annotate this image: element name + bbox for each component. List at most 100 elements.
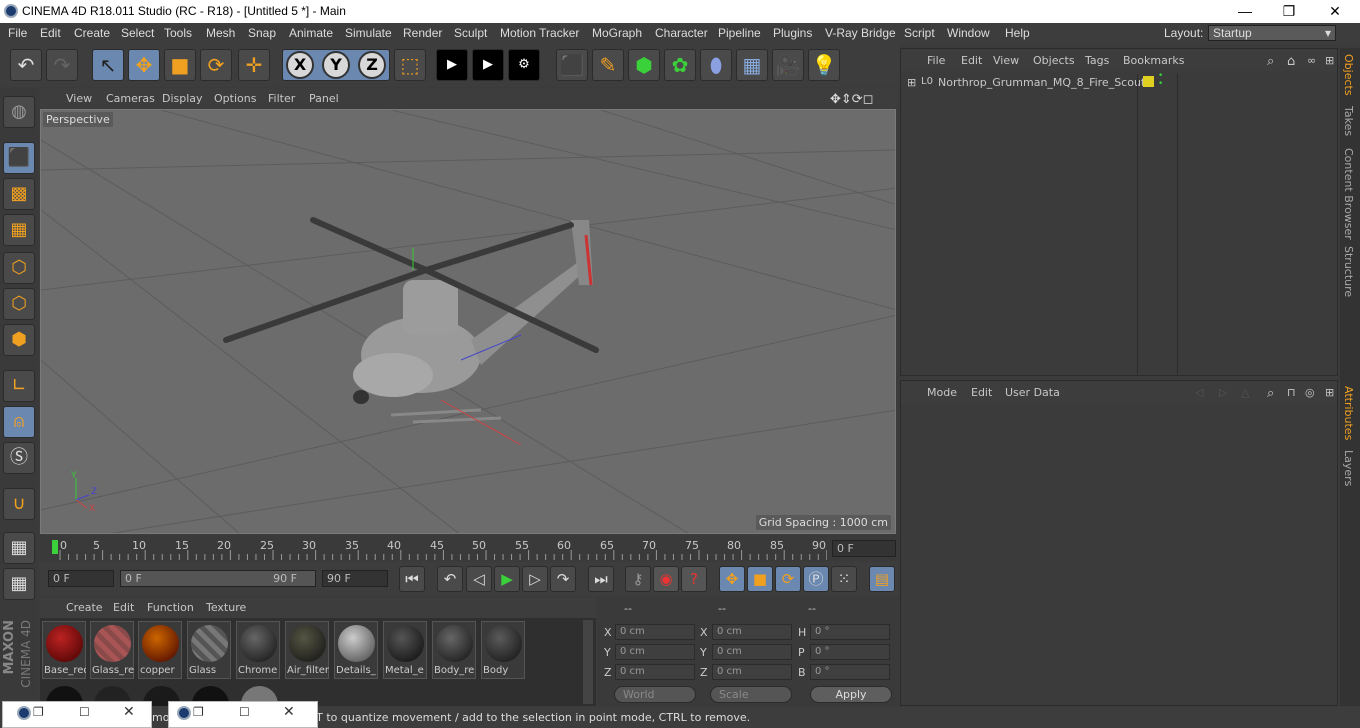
- record-keys-button[interactable]: ⚷: [625, 566, 651, 592]
- start-frame-field[interactable]: 0 F: [48, 570, 114, 587]
- size-z-field[interactable]: 0 cm: [712, 664, 792, 680]
- deformer-button[interactable]: ⬮: [700, 49, 732, 81]
- live-selection-button[interactable]: ↖: [92, 49, 124, 81]
- menu-help[interactable]: Help: [1005, 26, 1030, 40]
- next-frame-button[interactable]: ▷: [522, 566, 548, 592]
- minimized-window-2[interactable]: ❐ ☐ ✕: [168, 701, 318, 728]
- tab-takes[interactable]: Takes: [1342, 106, 1355, 136]
- close-button[interactable]: ✕: [1312, 0, 1358, 23]
- menu-select[interactable]: Select: [121, 26, 154, 40]
- menu-mograph[interactable]: MoGraph: [592, 26, 642, 40]
- restore-button[interactable]: ❐: [1266, 0, 1312, 23]
- move-tool-button[interactable]: ✥: [128, 49, 160, 81]
- workplane-mode-button[interactable]: ▦: [3, 214, 35, 246]
- next-key-button[interactable]: ↷: [550, 566, 576, 592]
- maximize-icon[interactable]: ☐: [239, 705, 250, 719]
- material-swatch[interactable]: Glass_red: [90, 621, 134, 679]
- make-editable-button[interactable]: ◍: [3, 96, 35, 128]
- tab-layers[interactable]: Layers: [1342, 450, 1355, 486]
- snap-button[interactable]: Ⓢ: [3, 442, 35, 474]
- viewport-menu-view[interactable]: View: [66, 92, 92, 105]
- visibility-dots-icon[interactable]: • •: [1158, 72, 1163, 89]
- close-icon[interactable]: ✕: [283, 704, 295, 720]
- maximize-icon[interactable]: ☐: [79, 705, 90, 719]
- search-icon[interactable]: ⌕: [1267, 386, 1274, 401]
- menu-window[interactable]: Window: [947, 26, 990, 40]
- search-icon[interactable]: ⌕: [1267, 54, 1274, 69]
- key-pla-button[interactable]: ⁙: [831, 566, 857, 592]
- prev-key-button[interactable]: ↶: [437, 566, 463, 592]
- menu-vray-bridge[interactable]: V-Ray Bridge: [825, 26, 896, 40]
- goto-start-button[interactable]: ⏮: [399, 566, 425, 592]
- edges-mode-button[interactable]: ⬡: [3, 288, 35, 320]
- material-swatch[interactable]: Metal_e: [383, 621, 427, 679]
- restore-icon[interactable]: ❐: [33, 705, 44, 719]
- frame-range-slider[interactable]: 0 F 90 F: [120, 570, 316, 587]
- object-row[interactable]: ⊞ L0 Northrop_Grumman_MQ_8_Fire_Scout • •: [903, 72, 1337, 374]
- key-position-button[interactable]: ✥: [719, 566, 745, 592]
- key-scale-button[interactable]: ■: [747, 566, 773, 592]
- position-x-field[interactable]: 0 cm: [615, 624, 695, 640]
- material-swatch[interactable]: Base_red: [42, 621, 86, 679]
- viewport-navigation-icons[interactable]: ✥⇕⟳◻: [830, 92, 873, 107]
- tab-content-browser[interactable]: Content Browser: [1342, 148, 1355, 240]
- camera-button[interactable]: 🎥: [772, 49, 804, 81]
- object-name[interactable]: Northrop_Grumman_MQ_8_Fire_Scout: [938, 76, 1145, 89]
- rotate-tool-button[interactable]: ⟳: [200, 49, 232, 81]
- lock-icon[interactable]: ⊓: [1287, 386, 1296, 399]
- model-mode-button[interactable]: ⬛: [3, 142, 35, 174]
- material-swatch[interactable]: Body_re: [432, 621, 476, 679]
- material-scrollbar[interactable]: [583, 620, 593, 704]
- attr-menu-edit[interactable]: Edit: [971, 386, 992, 399]
- viewport-menu-cameras[interactable]: Cameras: [106, 92, 155, 105]
- position-y-field[interactable]: 0 cm: [615, 644, 695, 660]
- viewport-menu-display[interactable]: Display: [162, 92, 203, 105]
- menu-snap[interactable]: Snap: [248, 26, 276, 40]
- z-axis-button[interactable]: Z: [358, 51, 386, 79]
- key-parameter-button[interactable]: Ⓟ: [803, 566, 829, 592]
- key-rotation-button[interactable]: ⟳: [775, 566, 801, 592]
- material-swatch[interactable]: Air_filter: [285, 621, 329, 679]
- cube-button[interactable]: ⬛: [556, 49, 588, 81]
- material-swatch[interactable]: Chrome: [236, 621, 280, 679]
- subdivision-button[interactable]: ⬢: [628, 49, 660, 81]
- render-picture-viewer-button[interactable]: ▶: [472, 49, 504, 81]
- mat-menu-texture[interactable]: Texture: [206, 601, 246, 614]
- tab-structure[interactable]: Structure: [1342, 246, 1355, 297]
- link-icon[interactable]: ∞: [1307, 54, 1316, 67]
- rotation-b-field[interactable]: 0 °: [810, 664, 890, 680]
- light-button[interactable]: 💡: [808, 49, 840, 81]
- home-icon[interactable]: ⌂: [1287, 54, 1295, 69]
- attr-menu-user-data[interactable]: User Data: [1005, 386, 1060, 399]
- floor-button[interactable]: ▦: [736, 49, 768, 81]
- obj-menu-tags[interactable]: Tags: [1085, 54, 1109, 67]
- undo-button[interactable]: ↶: [10, 49, 42, 81]
- menu-mesh[interactable]: Mesh: [206, 26, 235, 40]
- obj-menu-view[interactable]: View: [993, 54, 1019, 67]
- new-panel-icon[interactable]: ⊞: [1325, 54, 1334, 67]
- mat-menu-create[interactable]: Create: [66, 601, 103, 614]
- attr-menu-mode[interactable]: Mode: [927, 386, 957, 399]
- viewport-menu-filter[interactable]: Filter: [268, 92, 295, 105]
- x-axis-button[interactable]: X: [286, 51, 314, 79]
- timeline-window-button[interactable]: ▤: [869, 566, 895, 592]
- magnet-button[interactable]: ∪: [3, 488, 35, 520]
- close-icon[interactable]: ✕: [123, 704, 135, 720]
- obj-menu-edit[interactable]: Edit: [961, 54, 982, 67]
- menu-motion-tracker[interactable]: Motion Tracker: [500, 26, 579, 40]
- recent-tool-button[interactable]: ✛: [238, 49, 270, 81]
- viewport-menu-panel[interactable]: Panel: [309, 92, 339, 105]
- menu-pipeline[interactable]: Pipeline: [718, 26, 761, 40]
- obj-menu-bookmarks[interactable]: Bookmarks: [1123, 54, 1184, 67]
- end-frame-field[interactable]: 90 F: [322, 570, 388, 587]
- menu-file[interactable]: File: [8, 26, 27, 40]
- y-axis-button[interactable]: Y: [322, 51, 350, 79]
- expand-icon[interactable]: ⊞: [907, 76, 916, 89]
- layer-color-swatch[interactable]: [1143, 76, 1154, 87]
- tweak-mode-button[interactable]: ⍝: [3, 406, 35, 438]
- tab-attributes[interactable]: Attributes: [1342, 386, 1355, 440]
- rotation-h-field[interactable]: 0 °: [810, 624, 890, 640]
- menu-plugins[interactable]: Plugins: [773, 26, 812, 40]
- goto-end-button[interactable]: ⏭: [588, 566, 614, 592]
- points-mode-button[interactable]: ⬡: [3, 252, 35, 284]
